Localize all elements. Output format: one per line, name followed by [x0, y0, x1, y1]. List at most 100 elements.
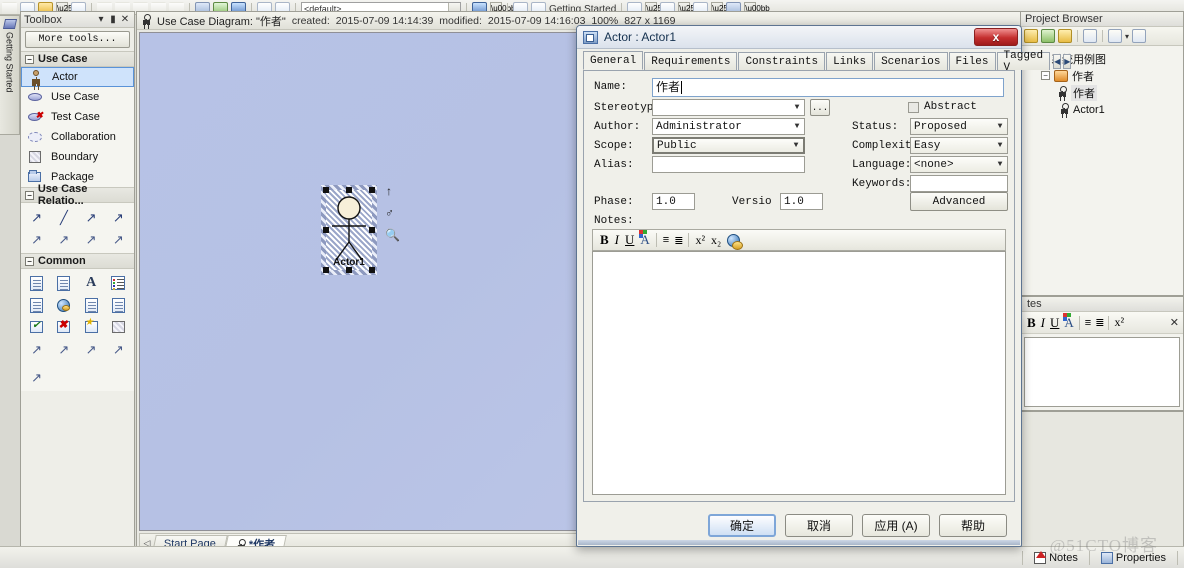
stereotype-combo[interactable]: ▼: [652, 99, 805, 116]
ok-button[interactable]: 确定: [708, 513, 776, 537]
toolbox-item-boundary[interactable]: Boundary: [21, 147, 134, 167]
documentation-icon[interactable]: [1108, 29, 1122, 43]
font-color-icon[interactable]: A: [639, 230, 650, 248]
toolbox-item-actor[interactable]: Actor: [21, 67, 134, 87]
hyperlink-icon[interactable]: [727, 233, 744, 250]
more-tools-button[interactable]: More tools...: [25, 31, 130, 48]
tab-constraints[interactable]: Constraints: [738, 52, 826, 70]
stereotype-browse-button[interactable]: ...: [810, 99, 830, 116]
close-icon[interactable]: x: [974, 28, 1018, 46]
cancel-button[interactable]: 取消: [785, 513, 853, 537]
resize-handle[interactable]: [369, 267, 375, 273]
boundary-shade-icon[interactable]: [105, 316, 132, 338]
status-button-notes[interactable]: Notes: [1029, 550, 1083, 566]
abstract-checkbox-row[interactable]: Abstract: [908, 101, 977, 113]
notes-panel-textarea[interactable]: [1024, 337, 1180, 407]
decision-icon[interactable]: [78, 316, 105, 338]
toolbox-group-use-case[interactable]: − Use Case: [21, 51, 134, 67]
legend-icon[interactable]: [105, 272, 132, 294]
collapse-icon[interactable]: −: [25, 54, 34, 64]
chevron-down-icon[interactable]: ▼: [790, 103, 804, 112]
quick-link-arrow-icon[interactable]: ↑: [386, 184, 392, 198]
chevron-down-icon[interactable]: ▾: [1125, 32, 1129, 41]
chevron-down-icon[interactable]: ▼: [993, 122, 1007, 131]
phase-input[interactable]: 1.0: [652, 193, 695, 210]
keywords-input[interactable]: [910, 175, 1008, 192]
toolbox-menu-button[interactable]: ▾: [95, 14, 107, 25]
resize-handle[interactable]: [346, 267, 352, 273]
tab-requirements[interactable]: Requirements: [644, 52, 738, 70]
toolbox-group-common[interactable]: − Common: [21, 253, 134, 269]
language-combo[interactable]: <none> ▼: [910, 156, 1008, 173]
chevron-down-icon[interactable]: ▼: [789, 141, 803, 150]
new-diagram-icon[interactable]: [1058, 29, 1072, 43]
toolbox-item-collaboration[interactable]: Collaboration: [21, 127, 134, 147]
tree-node-actor1[interactable]: Actor1: [1025, 101, 1183, 118]
toolbox-close-button[interactable]: ✕: [119, 14, 131, 25]
diagram-note-icon[interactable]: [105, 294, 132, 316]
superscript-icon[interactable]: x²: [1114, 315, 1124, 330]
getting-started-tab[interactable]: Getting Started: [0, 15, 20, 135]
toolbox-item-use-case[interactable]: Use Case: [21, 87, 134, 107]
toolbox-pin-button[interactable]: ▮: [107, 14, 119, 25]
resize-handle[interactable]: [369, 187, 375, 193]
toolbox-group-use-case-relationships[interactable]: − Use Case Relatio...: [21, 183, 134, 207]
reject-icon[interactable]: [50, 316, 77, 338]
tab-general[interactable]: General: [583, 51, 644, 70]
include-icon[interactable]: ↗: [78, 206, 105, 228]
bold-icon[interactable]: B: [1027, 315, 1036, 331]
numbered-list-icon[interactable]: ≣: [674, 234, 683, 247]
extend-icon[interactable]: ↗: [105, 206, 132, 228]
toolbox-item-test-case[interactable]: Test Case: [21, 107, 134, 127]
association-icon[interactable]: ↗: [23, 206, 50, 228]
document-artifact-icon[interactable]: [23, 294, 50, 316]
diagram-element-actor1[interactable]: Actor1 ↑ ♂ 🔍: [321, 184, 400, 275]
toolbar-icon-menu[interactable]: [2, 2, 17, 14]
project-browser-toolbar[interactable]: ▾: [1021, 27, 1183, 46]
apply-button[interactable]: 应用 (A): [862, 513, 930, 537]
resize-handle[interactable]: [323, 187, 329, 193]
note-link-icon[interactable]: ↗: [23, 338, 50, 360]
italic-icon[interactable]: I: [1041, 315, 1045, 331]
resize-handle[interactable]: [323, 267, 329, 273]
properties-icon[interactable]: [1132, 29, 1147, 43]
nesting-icon[interactable]: ↗: [105, 228, 132, 250]
resize-handle[interactable]: [346, 187, 352, 193]
collapse-icon[interactable]: −: [25, 190, 34, 200]
chevron-down-icon[interactable]: ▼: [993, 141, 1007, 150]
resize-handle[interactable]: [323, 227, 329, 233]
tree-node-author-diagram[interactable]: 作者: [1025, 84, 1183, 101]
tab-prev-button[interactable]: ◀: [1053, 54, 1062, 69]
extra-link-icon[interactable]: ↗: [23, 366, 50, 388]
new-view-icon[interactable]: [1041, 29, 1055, 43]
font-color-icon[interactable]: A: [1063, 312, 1074, 331]
underline-icon[interactable]: U: [625, 232, 634, 248]
web-resource-icon[interactable]: [50, 294, 77, 316]
search-icon[interactable]: [1083, 29, 1097, 43]
notes-panel-toolbar[interactable]: B I U A ≡ ≣ x² ✕: [1021, 312, 1183, 334]
dialog-resize-grip[interactable]: [578, 540, 1020, 545]
dependency-link-icon[interactable]: ↗: [78, 338, 105, 360]
tab-files[interactable]: Files: [948, 52, 996, 70]
constraint-icon[interactable]: [50, 272, 77, 294]
status-button-properties[interactable]: Properties: [1096, 550, 1171, 566]
tab-tagged-values[interactable]: Tagged V: [996, 50, 1051, 74]
alias-input[interactable]: [652, 156, 805, 173]
help-button[interactable]: 帮助: [939, 513, 1007, 537]
bullet-list-icon[interactable]: ≡: [1085, 317, 1092, 329]
scope-combo[interactable]: Public ▼: [652, 137, 805, 154]
tab-next-button[interactable]: ▶: [1063, 54, 1072, 69]
status-combo[interactable]: Proposed ▼: [910, 118, 1008, 135]
italic-icon[interactable]: I: [615, 232, 619, 248]
new-package-icon[interactable]: [1024, 29, 1038, 43]
name-input[interactable]: 作者: [652, 78, 1004, 97]
bold-icon[interactable]: B: [600, 232, 609, 248]
text-icon[interactable]: A: [78, 272, 105, 294]
trace-icon[interactable]: ↗: [78, 228, 105, 250]
dialog-titlebar[interactable]: Actor : Actor1 x: [577, 26, 1021, 49]
dialog-tab-bar[interactable]: General Requirements Constraints Links S…: [583, 50, 1072, 74]
tab-scenarios[interactable]: Scenarios: [874, 52, 948, 70]
close-icon[interactable]: ✕: [1170, 316, 1183, 329]
bullet-list-icon[interactable]: ≡: [663, 234, 670, 246]
resize-handle[interactable]: [369, 227, 375, 233]
